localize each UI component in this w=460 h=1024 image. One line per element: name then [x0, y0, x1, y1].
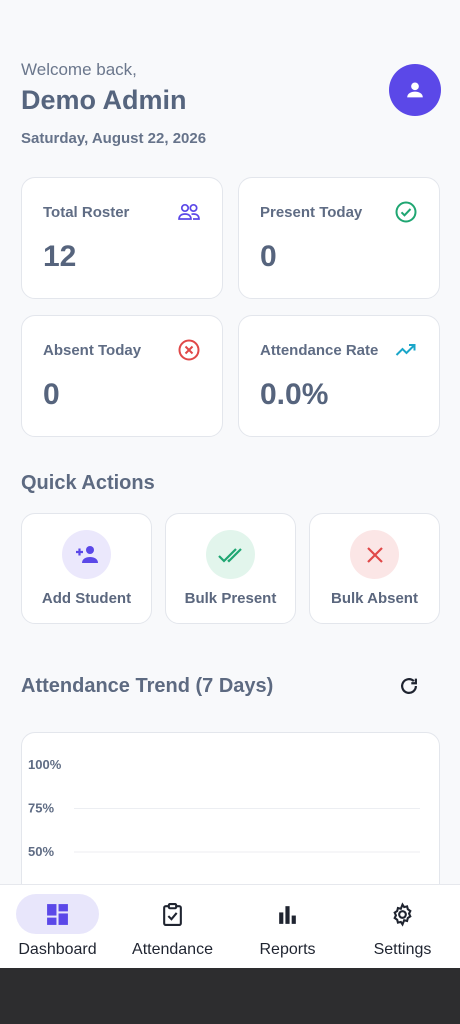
stat-label: Total Roster: [43, 204, 130, 221]
double-check-icon: [217, 547, 242, 563]
stat-label: Absent Today: [43, 342, 142, 359]
x-circle-icon: [178, 339, 200, 361]
profile-avatar-button[interactable]: [389, 64, 441, 116]
stat-label: Attendance Rate: [260, 342, 379, 359]
stat-card-absent-today[interactable]: Absent Today 0: [21, 315, 223, 437]
stat-label: Present Today: [260, 204, 363, 221]
stat-value: 0.0%: [260, 378, 329, 411]
action-icon-circle: [62, 530, 111, 579]
bottom-navigation: Dashboard Attendance Reports Settings: [0, 884, 460, 968]
stat-card-attendance-rate[interactable]: Attendance Rate 0.0%: [238, 315, 440, 437]
add-person-icon: [75, 545, 98, 563]
add-student-button[interactable]: Add Student: [21, 513, 152, 624]
nav-label: Settings: [373, 941, 432, 958]
nav-item-attendance[interactable]: Attendance: [115, 885, 230, 969]
stat-card-present-today[interactable]: Present Today 0: [238, 177, 440, 299]
nav-item-reports[interactable]: Reports: [230, 885, 345, 969]
action-label: Bulk Present: [184, 590, 277, 607]
stat-card-total-roster[interactable]: Total Roster 12: [21, 177, 223, 299]
nav-label: Dashboard: [18, 941, 97, 958]
welcome-text: Welcome back,: [21, 60, 137, 79]
y-tick-label: 75%: [28, 801, 54, 816]
y-tick-label: 50%: [28, 844, 54, 859]
user-name: Demo Admin: [21, 85, 187, 115]
nav-item-settings[interactable]: Settings: [345, 885, 460, 969]
person-icon: [407, 82, 423, 98]
close-icon: [366, 546, 383, 563]
bulk-present-button[interactable]: Bulk Present: [165, 513, 296, 624]
nav-label: Reports: [259, 941, 316, 958]
action-icon-circle: [350, 530, 399, 579]
y-tick-label: 100%: [28, 757, 62, 772]
people-icon: [178, 203, 200, 220]
nav-label: Attendance: [132, 941, 213, 958]
clipboard-check-icon: [163, 903, 182, 926]
quick-actions-title: Quick Actions: [21, 472, 155, 494]
stat-value: 0: [260, 240, 277, 273]
action-icon-circle: [206, 530, 255, 579]
bar-chart-icon: [279, 906, 296, 924]
bulk-absent-button[interactable]: Bulk Absent: [309, 513, 440, 624]
stat-value: 12: [43, 240, 77, 273]
check-circle-icon: [395, 201, 417, 223]
welcome-header: Welcome back, Demo Admin Saturday, Augus…: [21, 60, 441, 147]
refresh-icon[interactable]: [398, 675, 420, 697]
trending-up-icon: [395, 344, 416, 356]
current-date: Saturday, August 22, 2026: [21, 130, 207, 147]
action-label: Bulk Absent: [331, 590, 418, 607]
gear-icon: [393, 902, 412, 927]
dashboard-icon: [47, 904, 68, 925]
attendance-trend-title: Attendance Trend (7 Days): [21, 675, 274, 697]
action-label: Add Student: [41, 590, 132, 607]
system-navigation-bar: [0, 968, 460, 1024]
nav-item-dashboard[interactable]: Dashboard: [0, 885, 115, 969]
stat-value: 0: [43, 378, 60, 411]
